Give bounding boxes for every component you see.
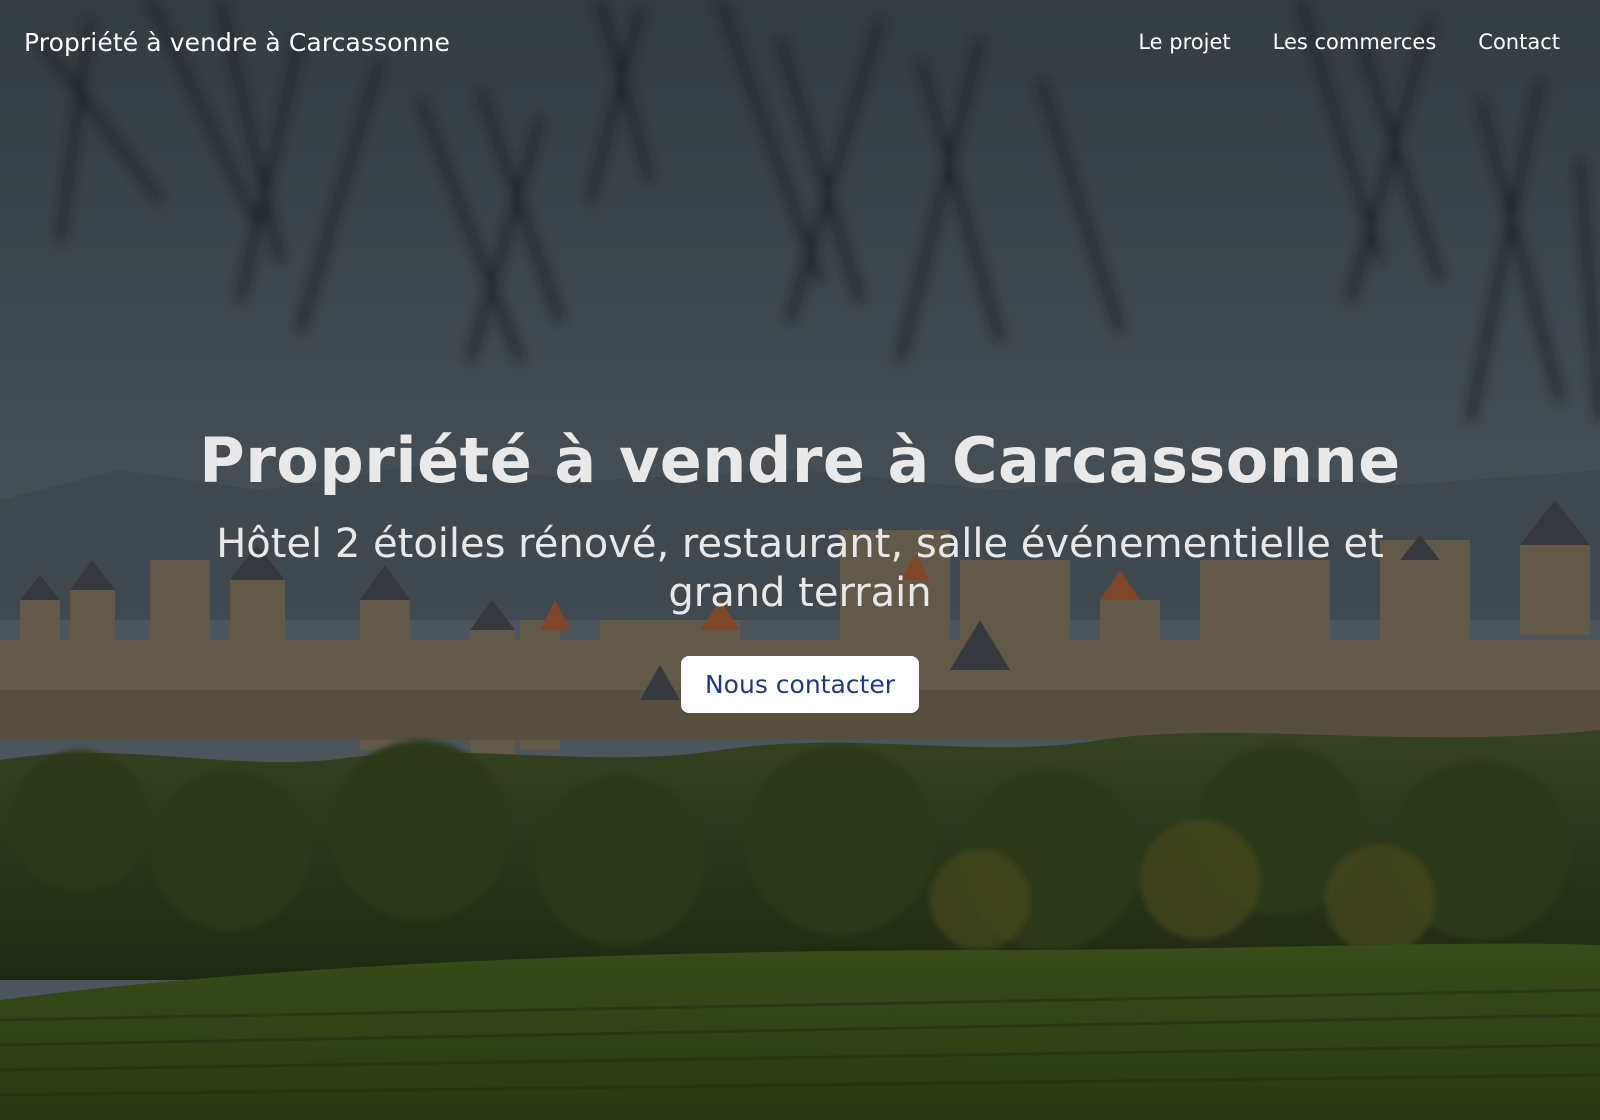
nav-link-le-projet[interactable]: Le projet: [1138, 30, 1230, 54]
nav-link-contact[interactable]: Contact: [1478, 30, 1560, 54]
hero-title: Propriété à vendre à Carcassonne: [199, 424, 1401, 497]
hero-section: Propriété à vendre à Carcassonne Le proj…: [0, 0, 1600, 1120]
hero-content: Propriété à vendre à Carcassonne Hôtel 2…: [0, 424, 1600, 713]
hero-subtitle: Hôtel 2 étoiles rénové, restaurant, sall…: [216, 521, 1384, 617]
brand-link[interactable]: Propriété à vendre à Carcassonne: [24, 28, 450, 57]
contact-button[interactable]: Nous contacter: [680, 655, 920, 713]
nav-links: Le projet Les commerces Contact: [1138, 30, 1560, 54]
nav-link-les-commerces[interactable]: Les commerces: [1273, 30, 1437, 54]
top-navbar: Propriété à vendre à Carcassonne Le proj…: [0, 0, 1600, 84]
